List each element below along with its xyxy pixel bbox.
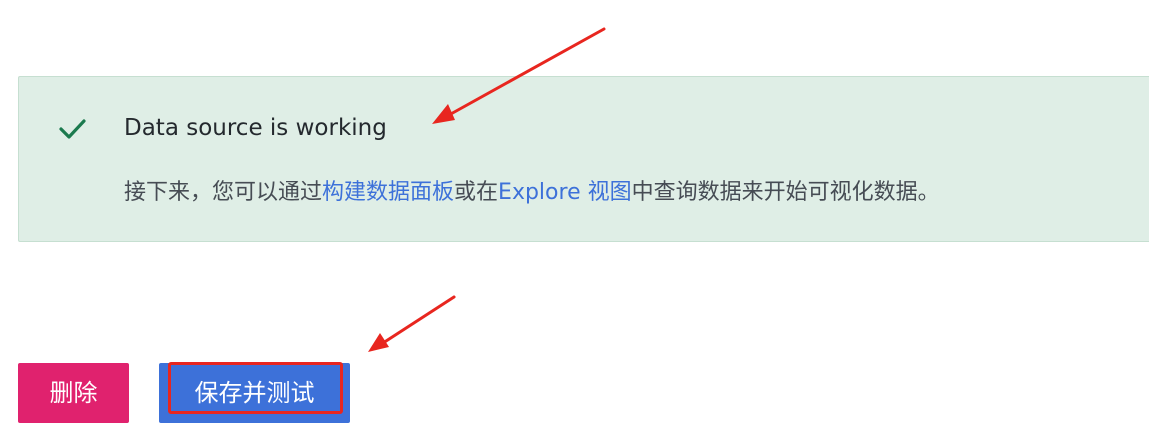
alert-body-prefix: 接下来，您可以通过	[124, 180, 323, 205]
checkmark-icon	[59, 119, 86, 139]
page: Data source is working 接下来，您可以通过构建数据面板或在…	[0, 0, 1149, 447]
success-alert: Data source is working 接下来，您可以通过构建数据面板或在…	[18, 76, 1149, 242]
explore-view-link[interactable]: Explore 视图	[498, 180, 632, 205]
build-dashboard-link[interactable]: 构建数据面板	[322, 180, 454, 205]
alert-body-suffix: 中查询数据来开始可视化数据。	[631, 180, 940, 205]
annotation-arrow-bottom	[368, 295, 456, 352]
alert-body-middle: 或在	[454, 180, 499, 205]
save-and-test-button[interactable]: 保存并测试	[159, 363, 350, 423]
alert-body: 接下来，您可以通过构建数据面板或在Explore 视图中查询数据来开始可视化数据…	[124, 178, 940, 208]
delete-button[interactable]: 删除	[18, 363, 129, 423]
alert-title: Data source is working	[124, 115, 387, 141]
